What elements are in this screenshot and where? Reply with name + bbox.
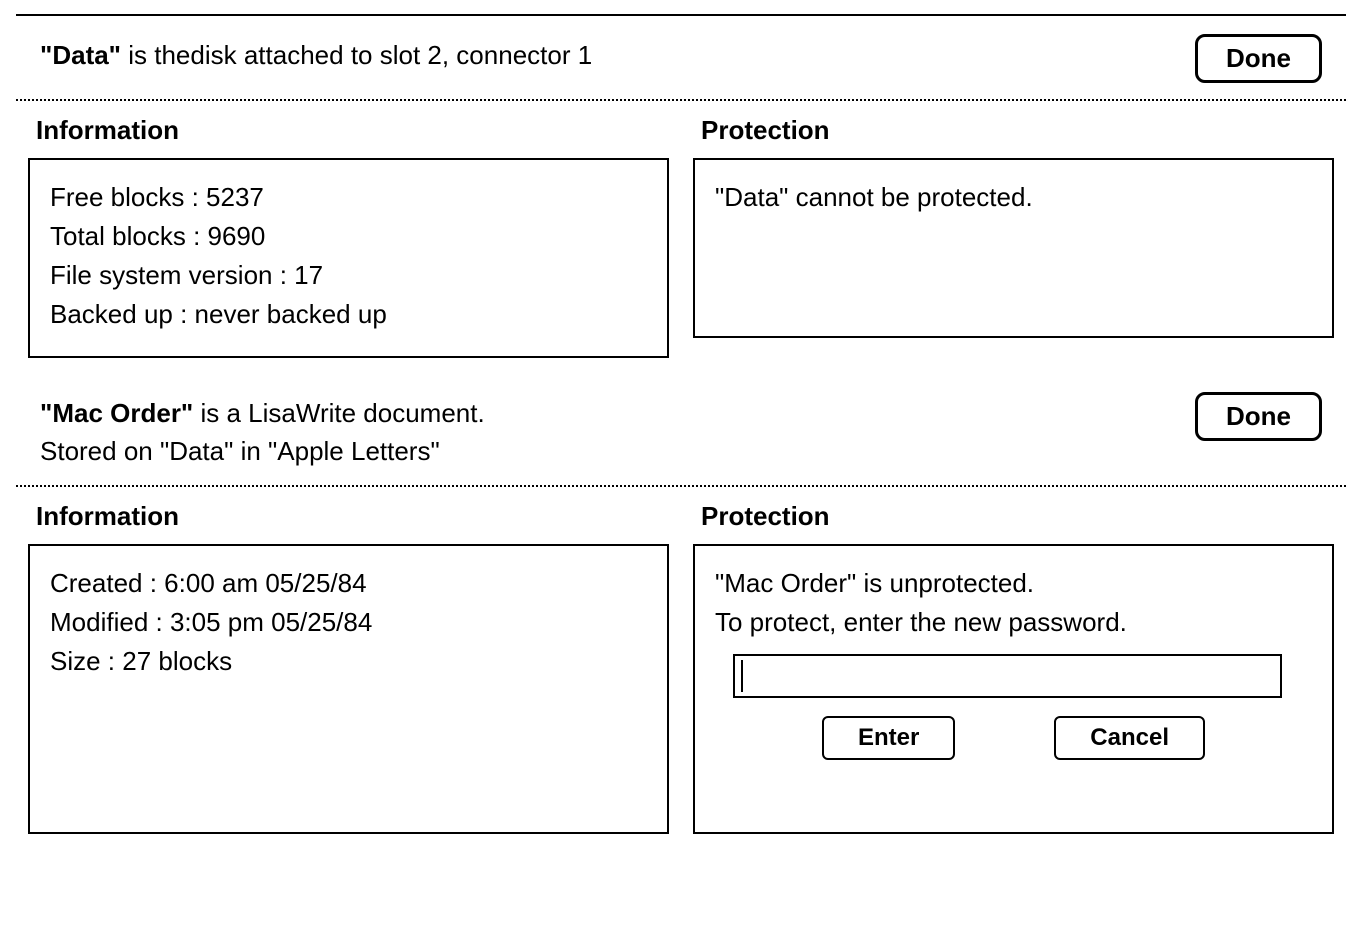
done-button-disk[interactable]: Done — [1195, 34, 1322, 83]
disk-total-blocks: Total blocks : 9690 — [50, 219, 647, 254]
doc-information-box: Created : 6:00 am 05/25/84 Modified : 3:… — [28, 544, 669, 834]
disk-title: "Data" is thedisk attached to slot 2, co… — [40, 26, 592, 73]
doc-stored-on: Stored on "Data" in "Apple Letters" — [40, 434, 485, 469]
password-field-frame — [733, 654, 1282, 698]
doc-modified: Modified : 3:05 pm 05/25/84 — [50, 605, 647, 640]
disk-free-blocks: Free blocks : 5237 — [50, 180, 647, 215]
doc-size: Size : 27 blocks — [50, 644, 647, 679]
doc-protection-title: Protection — [701, 499, 1334, 534]
doc-name: "Mac Order" — [40, 398, 193, 428]
doc-protection-status: "Mac Order" is unprotected. — [715, 566, 1312, 601]
disk-protection-message: "Data" cannot be protected. — [715, 180, 1312, 215]
disk-protection-box: "Data" cannot be protected. — [693, 158, 1334, 338]
disk-information-title: Information — [36, 113, 669, 148]
cancel-button[interactable]: Cancel — [1054, 716, 1205, 760]
disk-name: "Data" — [40, 40, 121, 70]
disk-fs-version: File system version : 17 — [50, 258, 647, 293]
doc-created: Created : 6:00 am 05/25/84 — [50, 566, 647, 601]
doc-information-title: Information — [36, 499, 669, 534]
doc-header: "Mac Order" is a LisaWrite document. Sto… — [0, 382, 1362, 484]
disk-protection-title: Protection — [701, 113, 1334, 148]
enter-button[interactable]: Enter — [822, 716, 955, 760]
disk-header: "Data" is thedisk attached to slot 2, co… — [0, 16, 1362, 99]
disk-title-rest: is thedisk attached to slot 2, connector… — [121, 40, 592, 70]
doc-protection-instruction: To protect, enter the new password. — [715, 605, 1312, 640]
disk-backed-up: Backed up : never backed up — [50, 297, 647, 332]
doc-title-rest: is a LisaWrite document. — [193, 398, 484, 428]
doc-title-block: "Mac Order" is a LisaWrite document. Sto… — [40, 384, 485, 468]
done-button-doc[interactable]: Done — [1195, 392, 1322, 441]
disk-information-box: Free blocks : 5237 Total blocks : 9690 F… — [28, 158, 669, 358]
text-cursor-icon — [741, 660, 743, 692]
doc-protection-box: "Mac Order" is unprotected. To protect, … — [693, 544, 1334, 834]
password-input[interactable] — [745, 660, 1274, 692]
